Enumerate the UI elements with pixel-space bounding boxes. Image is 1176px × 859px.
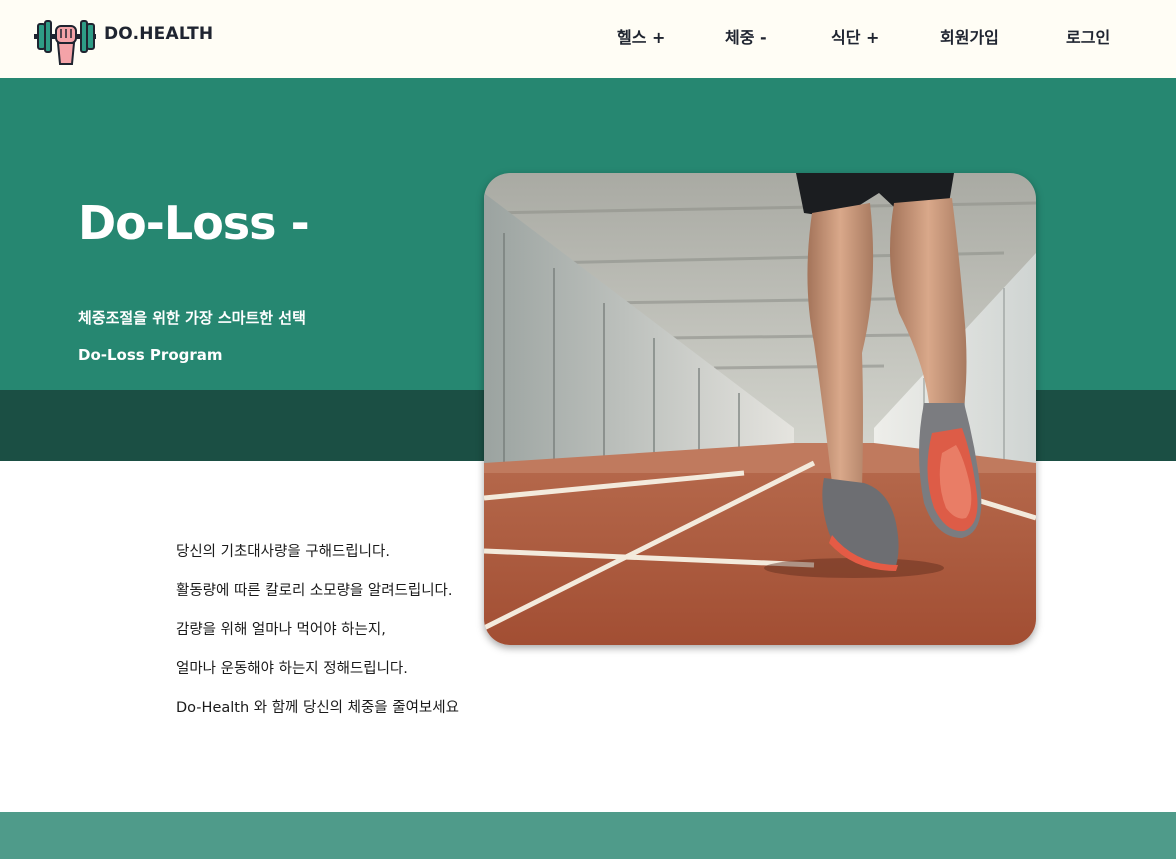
hero-program-name: Do-Loss Program [78,346,223,364]
site-header: DO.HEALTH 헬스 + 체중 - 식단 + 회원가입 로그인 [0,0,1176,78]
nav-item-health[interactable]: 헬스 + [617,24,665,48]
hero-subtitle: 체중조절을 위한 가장 스마트한 선택 [78,309,306,327]
nav-item-diet[interactable]: 식단 + [831,24,879,48]
description-line: Do-Health 와 함께 당신의 체중을 줄여보세요 [176,700,459,716]
nav-item-signup[interactable]: 회원가입 [940,24,999,48]
description-line: 당신의 기초대사량을 구해드립니다. [176,544,390,560]
hero-title: Do-Loss - [78,196,310,250]
site-footer [0,812,1176,859]
nav-item-login[interactable]: 로그인 [1066,24,1110,48]
description-line: 감량을 위해 얼마나 먹어야 하는지, [176,622,386,638]
main-nav: 헬스 + 체중 - 식단 + 회원가입 로그인 [0,24,1176,48]
program-description: 당신의 기초대사량을 구해드립니다. 활동량에 따른 칼로리 소모량을 알려드립… [176,541,459,736]
nav-item-weight[interactable]: 체중 - [725,24,767,48]
runner-on-track-photo [484,173,1036,645]
description-line: 얼마나 운동해야 하는지 정해드립니다. [176,661,408,677]
description-line: 활동량에 따른 칼로리 소모량을 알려드립니다. [176,583,453,599]
